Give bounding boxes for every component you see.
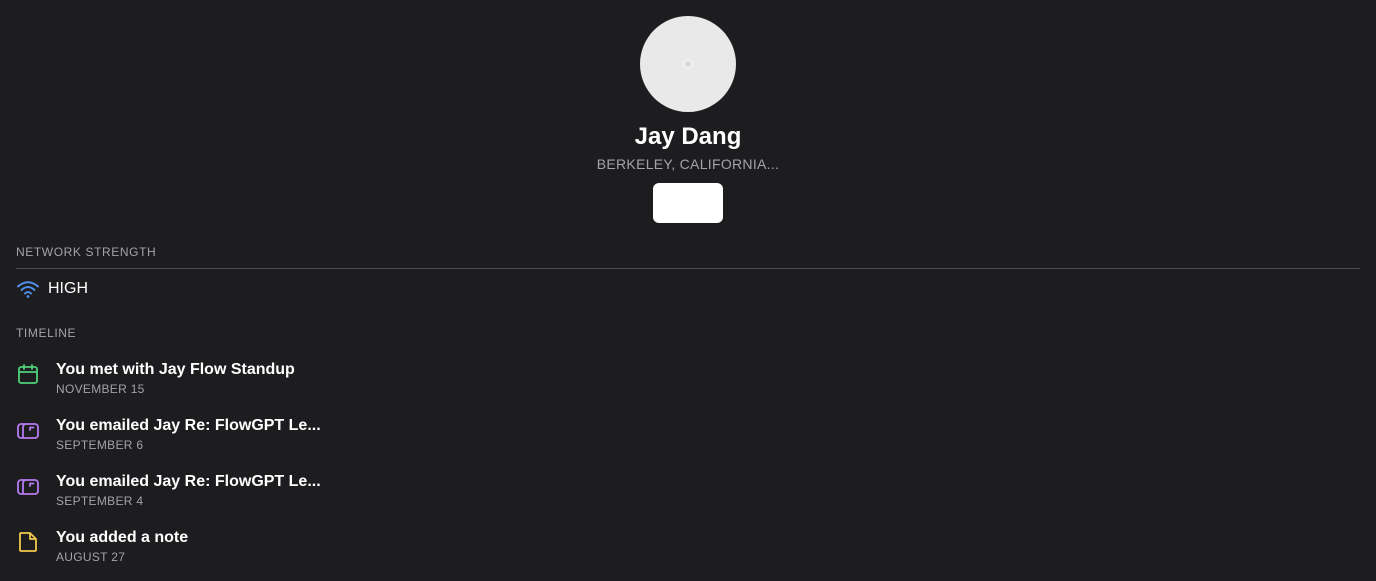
section-divider [16, 268, 1360, 269]
profile-action-button[interactable] [653, 183, 723, 223]
timeline-list: You met with Jay Flow Standup NOVEMBER 1… [16, 358, 616, 581]
timeline-label: TIMELINE [16, 326, 77, 340]
contact-name: Jay Dang [634, 123, 742, 150]
timeline-item[interactable]: You emailed Jay Re: FlowGPT Le... SEPTEM… [16, 414, 616, 470]
contact-profile-page: Jay Dang BERKELEY, CALIFORNIA... NETWORK… [0, 0, 1376, 581]
calendar-icon [16, 362, 40, 386]
network-strength-row: HIGH [16, 278, 88, 300]
timeline-item-date: NOVEMBER 15 [56, 382, 145, 396]
timeline-item-date: SEPTEMBER 6 [56, 438, 144, 452]
timeline-item-title: You emailed Jay Re: FlowGPT Le... [56, 473, 321, 490]
wifi-icon [16, 278, 40, 300]
timeline-item-date: AUGUST 27 [56, 550, 126, 564]
timeline-item-title: You added a note [56, 529, 189, 546]
mailbox-icon [16, 474, 40, 498]
mailbox-icon [16, 418, 40, 442]
timeline-item-title: You emailed Jay Re: FlowGPT Le... [56, 417, 321, 434]
timeline-item-title: You met with Jay Flow Standup [56, 361, 295, 378]
contact-location: BERKELEY, CALIFORNIA... [596, 156, 780, 172]
network-strength-label: NETWORK STRENGTH [16, 245, 157, 259]
timeline-item[interactable]: You emailed Jay Re: FlowGPT Le... SEPTEM… [16, 470, 616, 526]
profile-header: Jay Dang BERKELEY, CALIFORNIA... [0, 16, 1376, 223]
timeline-item-date: SEPTEMBER 4 [56, 494, 144, 508]
avatar [640, 16, 736, 112]
loading-spinner-icon [683, 59, 693, 69]
note-icon [16, 530, 40, 554]
timeline-item[interactable]: You met with Jay Flow Standup NOVEMBER 1… [16, 358, 616, 414]
network-strength-value: HIGH [48, 280, 88, 297]
timeline-item[interactable]: You added a note AUGUST 27 [16, 526, 616, 581]
